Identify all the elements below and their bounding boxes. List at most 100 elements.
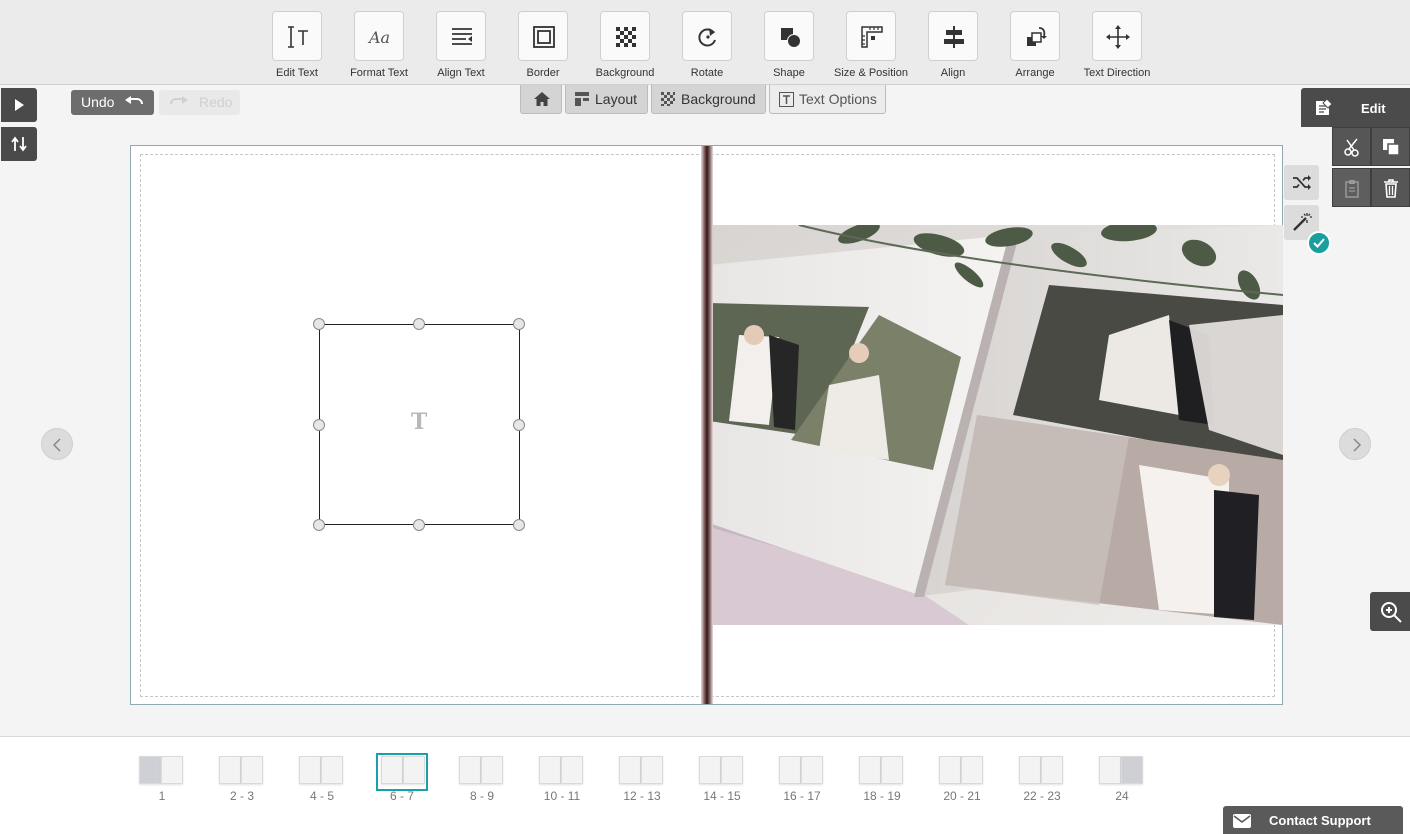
resize-handle-top-right[interactable]	[513, 318, 525, 330]
resize-handle-bottom[interactable]	[413, 519, 425, 531]
clipboard-icon	[1345, 180, 1359, 198]
edit-panel-title: Edit	[1361, 101, 1386, 116]
resize-handle-bottom-left[interactable]	[313, 519, 325, 531]
tab-text-options-label: Text Options	[799, 91, 877, 107]
edit-panel-header[interactable]: Edit	[1301, 88, 1410, 127]
edit-text-tool[interactable]: Edit Text	[256, 11, 338, 83]
page-thumb-22-23[interactable]	[1016, 753, 1068, 791]
swap-pages-button[interactable]	[1, 127, 37, 161]
checkerboard-icon	[661, 92, 675, 106]
text-box-selected[interactable]: T	[319, 324, 520, 525]
background-button[interactable]	[600, 11, 650, 61]
page-thumb-20-21[interactable]	[936, 753, 988, 791]
page-thumb-16-17[interactable]	[776, 753, 828, 791]
edit-text-button[interactable]	[272, 11, 322, 61]
tab-home[interactable]	[520, 85, 562, 114]
photo-frame[interactable]	[709, 225, 1283, 625]
background-tool[interactable]: Background	[584, 11, 666, 83]
border-button[interactable]	[518, 11, 568, 61]
align-text-tool[interactable]: Align Text	[420, 11, 502, 83]
undo-label: Undo	[81, 94, 115, 110]
rotate-button[interactable]	[682, 11, 732, 61]
page-thumb-12-13[interactable]	[616, 753, 668, 791]
tab-layout-label: Layout	[595, 91, 638, 107]
swap-vertical-icon	[11, 136, 27, 152]
rotate-icon	[698, 28, 716, 47]
tab-text-options[interactable]: Text Options	[769, 85, 886, 114]
page-thumb-label: 8 - 9	[469, 789, 494, 803]
size-position-button[interactable]	[846, 11, 896, 61]
shape-tool[interactable]: Shape	[748, 11, 830, 83]
resize-handle-right[interactable]	[513, 419, 525, 431]
home-icon	[534, 92, 550, 106]
border-tool[interactable]: Border	[502, 11, 584, 83]
edit-document-icon	[1316, 98, 1333, 115]
chevron-right-icon	[1353, 438, 1362, 452]
undo-button[interactable]: Undo	[71, 90, 154, 115]
resize-handle-top-left[interactable]	[313, 318, 325, 330]
scissors-icon	[1344, 138, 1359, 157]
text-direction-tool[interactable]: Text Direction	[1076, 11, 1158, 83]
page-thumb-4-5[interactable]	[296, 753, 348, 791]
duplicate-button[interactable]	[1371, 127, 1410, 166]
expand-panel-button[interactable]	[1, 88, 37, 122]
align-label: Align	[940, 67, 966, 79]
resize-handle-left[interactable]	[313, 419, 325, 431]
magic-wand-icon	[1293, 213, 1312, 231]
page-thumb-1[interactable]	[136, 753, 188, 791]
page-thumb-10-11[interactable]	[536, 753, 588, 791]
text-direction-icon	[1106, 25, 1130, 49]
align-text-icon	[452, 28, 472, 45]
format-text-button[interactable]: Aa	[354, 11, 404, 61]
page-thumb-6-7-active[interactable]	[376, 753, 428, 791]
edit-text-label: Edit Text	[276, 67, 318, 79]
align-button[interactable]	[928, 11, 978, 61]
align-tool[interactable]: Align	[912, 11, 994, 83]
shuffle-layout-button[interactable]	[1284, 165, 1319, 200]
page-thumb-18-19[interactable]	[856, 753, 908, 791]
play-arrow-icon	[15, 99, 24, 111]
previous-spread-button[interactable]	[41, 428, 73, 460]
resize-handle-bottom-right[interactable]	[513, 519, 525, 531]
rotate-tool[interactable]: Rotate	[666, 11, 748, 83]
arrange-button[interactable]	[1010, 11, 1060, 61]
shape-button[interactable]	[764, 11, 814, 61]
text-direction-button[interactable]	[1092, 11, 1142, 61]
background-icon	[616, 27, 636, 47]
page-thumb-label: 20 - 21	[943, 789, 981, 803]
size-position-tool[interactable]: Size & Position	[830, 11, 912, 83]
page-thumb-24[interactable]	[1096, 753, 1148, 791]
page-thumb-2-3[interactable]	[216, 753, 268, 791]
contact-support-button[interactable]: Contact Support	[1223, 806, 1403, 834]
delete-button[interactable]	[1371, 168, 1410, 207]
paste-button[interactable]	[1332, 168, 1371, 207]
shape-label: Shape	[773, 67, 805, 79]
align-text-label: Align Text	[437, 67, 485, 79]
arrange-icon	[1027, 27, 1047, 46]
resize-handle-top[interactable]	[413, 318, 425, 330]
autosave-check-badge	[1307, 231, 1331, 255]
rotate-label: Rotate	[690, 67, 724, 79]
page-thumb-label: 12 - 13	[623, 789, 661, 803]
zoom-in-button[interactable]	[1370, 592, 1410, 631]
text-direction-label: Text Direction	[1083, 67, 1151, 79]
page-thumb-14-15[interactable]	[696, 753, 748, 791]
page-thumb-label: 10 - 11	[543, 789, 581, 803]
page-thumb-label: 4 - 5	[309, 789, 334, 803]
page-navigator: 1 2 - 3 4 - 5 6 - 7 8 - 9 10 - 11 12 - 1…	[0, 736, 1410, 834]
arrange-tool[interactable]: Arrange	[994, 11, 1076, 83]
page-thumb-8-9[interactable]	[456, 753, 508, 791]
chevron-left-icon	[52, 438, 61, 452]
page-thumb-label: 22 - 23	[1023, 789, 1061, 803]
cut-button[interactable]	[1332, 127, 1371, 166]
envelope-icon	[1233, 814, 1251, 828]
contact-support-label: Contact Support	[1269, 813, 1371, 828]
format-text-tool[interactable]: Aa Format Text	[338, 11, 420, 83]
next-spread-button[interactable]	[1339, 428, 1371, 460]
redo-button[interactable]: Redo	[159, 90, 240, 115]
svg-text:Aa: Aa	[367, 28, 390, 47]
tab-layout[interactable]: Layout	[565, 85, 648, 114]
page-thumb-label: 14 - 15	[703, 789, 741, 803]
align-text-button[interactable]	[436, 11, 486, 61]
tab-background[interactable]: Background	[651, 85, 766, 114]
